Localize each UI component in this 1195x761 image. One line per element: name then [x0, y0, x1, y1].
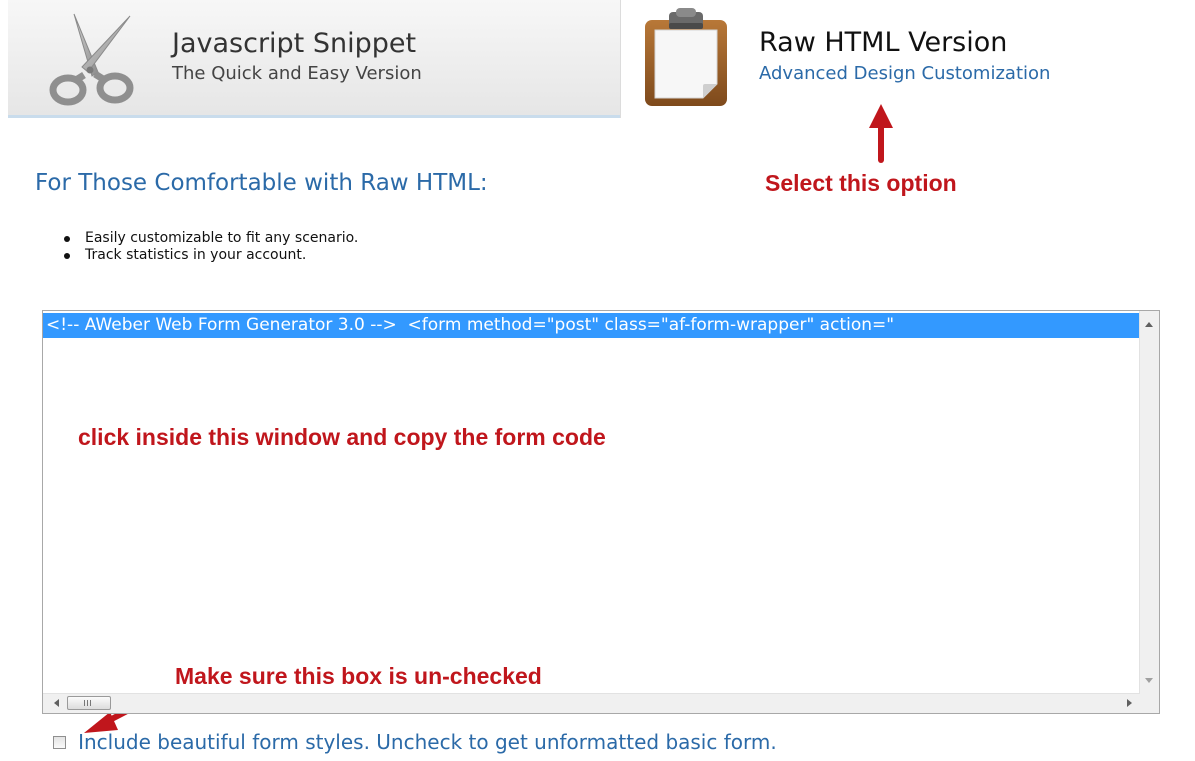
form-type-tabs: Javascript Snippet The Quick and Easy Ve… [0, 0, 1195, 120]
scrollbar-corner [1140, 694, 1159, 713]
vertical-scrollbar[interactable] [1139, 311, 1159, 695]
tab-raw-html-title: Raw HTML Version [759, 27, 1008, 58]
scroll-left-icon[interactable] [54, 699, 59, 707]
form-code-textarea[interactable]: <!-- AWeber Web Form Generator 3.0 --> <… [42, 310, 1160, 714]
tab-javascript-title: Javascript Snippet [172, 28, 417, 59]
scroll-right-icon[interactable] [1127, 699, 1132, 707]
annotation-select-option: Select this option [765, 170, 957, 196]
tab-javascript-subtitle: The Quick and Easy Version [172, 63, 422, 84]
arrow-up-icon [869, 104, 893, 163]
scroll-up-icon[interactable] [1145, 322, 1153, 327]
form-styles-option: Include beautiful form styles. Uncheck t… [53, 730, 777, 754]
feature-list: Easily customizable to fit any scenario.… [62, 230, 358, 264]
list-item: Easily customizable to fit any scenario. [62, 230, 358, 247]
horizontal-scrollbar[interactable] [43, 693, 1140, 713]
scroll-down-icon[interactable] [1145, 678, 1153, 683]
tab-raw-html-version[interactable]: Raw HTML Version Advanced Design Customi… [620, 0, 1195, 118]
scrollbar-thumb[interactable] [67, 696, 111, 710]
tab-javascript-snippet[interactable]: Javascript Snippet The Quick and Easy Ve… [8, 0, 620, 118]
form-styles-checkbox[interactable] [53, 735, 66, 749]
annotation-copy-code: click inside this window and copy the fo… [78, 424, 606, 450]
tab-raw-html-subtitle: Advanced Design Customization [759, 63, 1051, 84]
clipboard-icon [645, 8, 727, 106]
section-heading: For Those Comfortable with Raw HTML: [35, 170, 488, 196]
selected-code-line[interactable]: <!-- AWeber Web Form Generator 3.0 --> <… [43, 313, 1140, 338]
annotation-uncheck-box: Make sure this box is un-checked [175, 663, 542, 689]
form-styles-label[interactable]: Include beautiful form styles. Uncheck t… [78, 730, 777, 754]
scissors-icon [49, 13, 134, 106]
list-item: Track statistics in your account. [62, 247, 358, 264]
